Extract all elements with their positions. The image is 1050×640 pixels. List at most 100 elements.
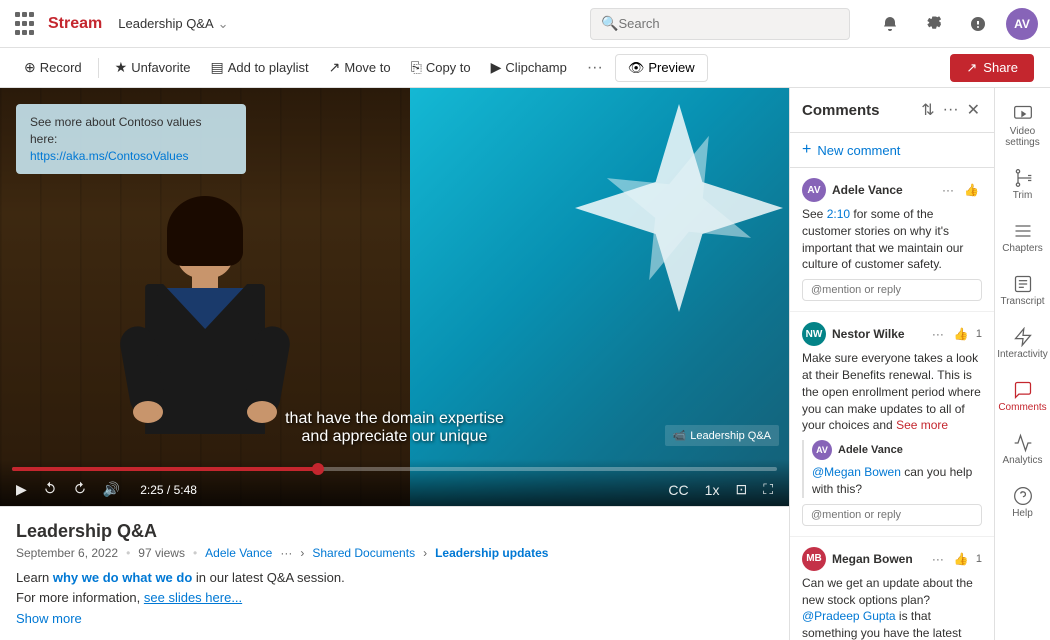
- video-settings-label: Video settings: [1001, 126, 1045, 148]
- new-comment-button[interactable]: + New comment: [790, 133, 994, 168]
- unfavorite-button[interactable]: ★ Unfavorite: [107, 55, 199, 80]
- help-icon-item[interactable]: Help: [997, 478, 1049, 527]
- reply-field[interactable]: [802, 504, 982, 526]
- plus-icon: +: [802, 141, 811, 159]
- captions-button[interactable]: CC: [664, 480, 692, 500]
- close-panel-button[interactable]: ✕: [965, 98, 982, 122]
- transcript-label: Transcript: [1000, 296, 1044, 307]
- badge-icon: 📹: [673, 429, 687, 442]
- volume-button[interactable]: 🔊: [99, 479, 124, 500]
- user-avatar[interactable]: AV: [1006, 8, 1038, 40]
- timestamp-link[interactable]: 2:10: [827, 207, 850, 221]
- video-settings-icon-item[interactable]: Video settings: [997, 96, 1049, 156]
- reply-input-area[interactable]: [802, 504, 982, 526]
- transcript-icon-item[interactable]: Transcript: [997, 266, 1049, 315]
- record-button[interactable]: ⊕ Record: [16, 55, 90, 80]
- video-controls: ▶ 🔊 2:25 / 5:48 CC 1x ⊡ ⛶: [0, 459, 789, 506]
- playlist-icon: ▤: [210, 59, 223, 76]
- comments-panel: Comments ⇅ ··· ✕ + New comment AV Adele …: [789, 88, 994, 640]
- video-player[interactable]: See more about Contoso values here: http…: [0, 88, 789, 506]
- analytics-icon-item[interactable]: Analytics: [997, 425, 1049, 474]
- show-more-button[interactable]: Show more: [16, 611, 773, 626]
- settings-icon[interactable]: [918, 8, 950, 40]
- progress-bar[interactable]: [12, 467, 777, 471]
- help-label: Help: [1012, 508, 1033, 519]
- chapters-icon: [1013, 221, 1033, 241]
- meta-more-button[interactable]: ···: [280, 546, 292, 560]
- comments-icon-item[interactable]: Comments: [997, 372, 1049, 421]
- move-to-button[interactable]: ↗ Move to: [321, 55, 399, 80]
- panel-title: Comments: [802, 102, 880, 119]
- top-bar-actions: AV: [874, 8, 1038, 40]
- comment-item: MB Megan Bowen ··· 👍 1 Can we get an upd…: [790, 537, 994, 640]
- like-button[interactable]: 👍: [951, 551, 972, 567]
- back-10-button[interactable]: [39, 479, 61, 500]
- video-info: Leadership Q&A September 6, 2022 • 97 vi…: [0, 506, 789, 640]
- author-link[interactable]: Adele Vance: [205, 546, 272, 560]
- move-icon: ↗: [329, 59, 341, 76]
- share-button[interactable]: ↗ Share: [950, 54, 1034, 82]
- video-meta: September 6, 2022 • 97 views • Adele Van…: [16, 546, 773, 560]
- interactivity-icon-item[interactable]: Interactivity: [997, 319, 1049, 368]
- top-bar: Stream Leadership Q&A ⌄ 🔍 AV: [0, 0, 1050, 48]
- fullscreen-button[interactable]: ⛶: [759, 479, 777, 500]
- info-text: See more about Contoso values here: http…: [30, 114, 232, 164]
- controls-row: ▶ 🔊 2:25 / 5:48 CC 1x ⊡ ⛶: [12, 479, 777, 500]
- share-icon: ↗: [966, 60, 977, 76]
- see-more-button[interactable]: See more: [896, 418, 948, 432]
- help-icon[interactable]: [962, 8, 994, 40]
- interactivity-label: Interactivity: [997, 349, 1048, 360]
- notifications-icon[interactable]: [874, 8, 906, 40]
- trim-icon: [1013, 168, 1033, 188]
- slides-link[interactable]: see slides here...: [144, 590, 242, 605]
- trim-icon-item[interactable]: Trim: [997, 160, 1049, 209]
- comment-more-button[interactable]: ···: [929, 326, 947, 342]
- avatar: MB: [802, 547, 826, 571]
- comments-icon: [1013, 380, 1033, 400]
- preview-button[interactable]: 👁 Preview: [615, 54, 708, 82]
- breadcrumb-item[interactable]: Leadership Q&A: [118, 16, 213, 31]
- like-button[interactable]: 👍: [961, 182, 982, 198]
- comment-more-button[interactable]: ···: [929, 551, 947, 567]
- play-button[interactable]: ▶: [12, 479, 31, 500]
- comments-list: AV Adele Vance ··· 👍 See 2:10 for some o…: [790, 168, 994, 640]
- info-link[interactable]: https://aka.ms/ContosoValues: [30, 149, 189, 163]
- comment-item: NW Nestor Wilke ··· 👍 1 Make sure everyo…: [790, 312, 994, 537]
- video-settings-icon: [1013, 104, 1033, 124]
- progress-thumb[interactable]: [312, 463, 324, 475]
- commenter-name: Megan Bowen: [832, 552, 923, 566]
- reply-field[interactable]: [802, 279, 982, 301]
- comment-more-button[interactable]: ···: [939, 182, 957, 198]
- avatar: AV: [812, 440, 832, 460]
- nested-comment: AV Adele Vance @Megan Bowen can you help…: [802, 440, 982, 498]
- like-button[interactable]: 👍: [951, 326, 972, 342]
- video-section: See more about Contoso values here: http…: [0, 88, 789, 640]
- more-options-button[interactable]: ···: [941, 99, 961, 121]
- record-icon: ⊕: [24, 59, 36, 76]
- shared-docs-link[interactable]: Shared Documents: [312, 546, 415, 560]
- transcript-icon: [1013, 274, 1033, 294]
- avatar: NW: [802, 322, 826, 346]
- forward-10-button[interactable]: [69, 479, 91, 500]
- waffle-menu[interactable]: [12, 12, 36, 36]
- reply-input-area[interactable]: [802, 279, 982, 301]
- copy-to-button[interactable]: ⎘ Copy to: [403, 55, 479, 80]
- sort-button[interactable]: ⇅: [919, 98, 936, 122]
- main-content: See more about Contoso values here: http…: [0, 88, 1050, 640]
- add-to-playlist-button[interactable]: ▤ Add to playlist: [202, 55, 316, 80]
- speed-button[interactable]: 1x: [701, 480, 724, 500]
- star-icon: ★: [115, 59, 128, 76]
- pip-button[interactable]: ⊡: [731, 479, 751, 500]
- clipchamp-button[interactable]: ▶ Clipchamp: [483, 55, 575, 80]
- action-bar: ⊕ Record ★ Unfavorite ▤ Add to playlist …: [0, 48, 1050, 88]
- search-box[interactable]: 🔍: [590, 8, 850, 40]
- current-folder: Leadership updates: [435, 546, 548, 560]
- sidebar-icons: Video settings Trim Chapters Transcript …: [994, 88, 1050, 640]
- comment-text: Make sure everyone takes a look at their…: [802, 350, 982, 434]
- chapters-icon-item[interactable]: Chapters: [997, 213, 1049, 262]
- more-actions-button[interactable]: ···: [579, 55, 611, 81]
- comments-label: Comments: [998, 402, 1046, 413]
- search-input[interactable]: [618, 16, 828, 31]
- leadership-badge: 📹 Leadership Q&A: [665, 425, 779, 446]
- comment-text: @Megan Bowen can you help with this?: [812, 464, 982, 498]
